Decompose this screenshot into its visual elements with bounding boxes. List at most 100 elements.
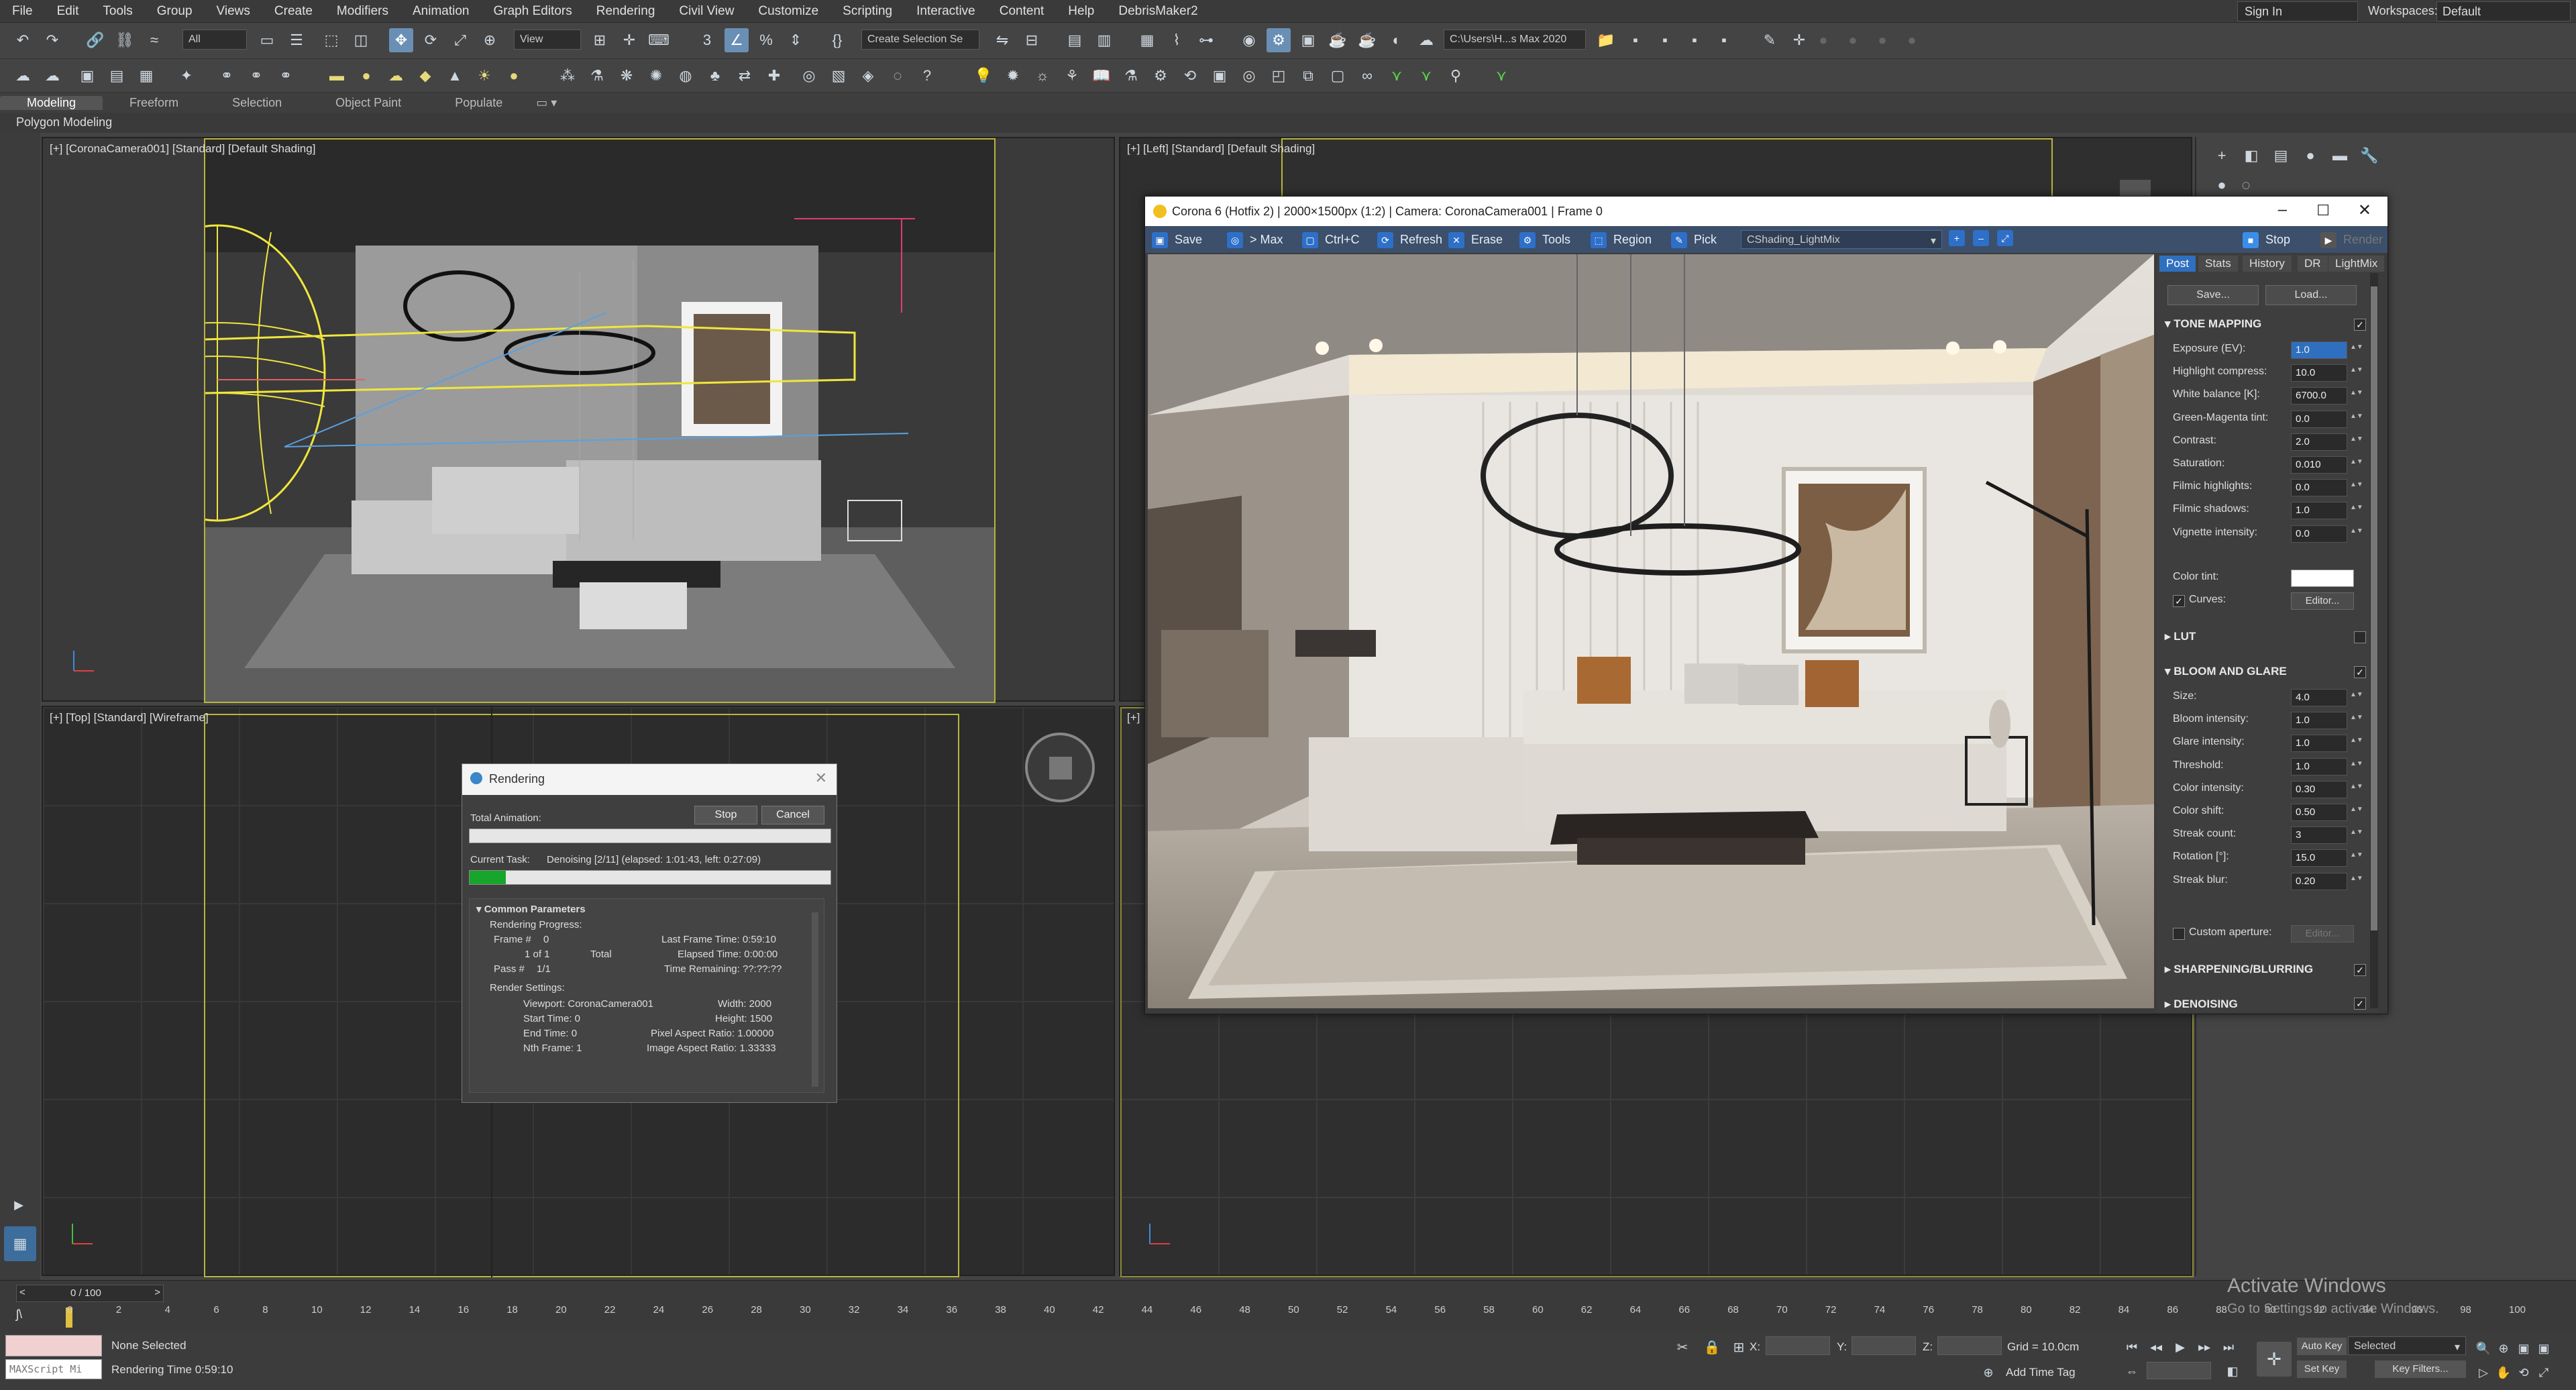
modifier-icon-2[interactable]: ⚭ bbox=[244, 64, 268, 88]
modify-tab-icon[interactable]: ◧ bbox=[2239, 144, 2263, 168]
frame-icon[interactable]: ▣ bbox=[1208, 64, 1232, 88]
menu-scripting[interactable]: Scripting bbox=[830, 4, 904, 19]
select-object-icon[interactable]: ▭ bbox=[255, 28, 279, 52]
gray-dot-icon[interactable]: ● bbox=[1841, 28, 1865, 52]
spinner-arrows-icon[interactable]: ▲▼ bbox=[2350, 344, 2363, 351]
aperture-editor-button[interactable]: Editor... bbox=[2291, 925, 2354, 943]
create-tab-icon[interactable]: + bbox=[2210, 144, 2234, 168]
menu-content[interactable]: Content bbox=[987, 4, 1057, 19]
play-animation-icon[interactable]: ▶ bbox=[2168, 1335, 2192, 1359]
bloom-glare-header[interactable]: ▾ BLOOM AND GLARE bbox=[2159, 661, 2367, 682]
loop-icon[interactable]: ⟲ bbox=[1178, 64, 1202, 88]
viewport-label[interactable]: [+] [CoronaCamera001] [Standard] [Defaul… bbox=[50, 142, 315, 156]
book-icon[interactable]: 📖 bbox=[1089, 64, 1114, 88]
key-mode-icon[interactable]: ⇔ bbox=[2120, 1359, 2144, 1383]
load-preset-button[interactable]: Load... bbox=[2265, 285, 2357, 305]
spinner-arrows-icon[interactable]: ▲▼ bbox=[2350, 737, 2363, 744]
viewcube-compass-icon[interactable] bbox=[1025, 733, 1095, 802]
light-icon[interactable]: ✦ bbox=[174, 64, 199, 88]
panel-icon[interactable]: ▤ bbox=[105, 64, 129, 88]
param-spinner[interactable]: 10.0 bbox=[2291, 364, 2347, 382]
close-icon[interactable]: ✕ bbox=[815, 769, 827, 787]
menu-edit[interactable]: Edit bbox=[45, 4, 91, 19]
param-spinner[interactable]: 3 bbox=[2291, 826, 2347, 845]
render-production-icon[interactable]: ☕ bbox=[1326, 28, 1350, 52]
shapes-icon[interactable]: ◌ bbox=[2234, 173, 2258, 197]
redo-icon[interactable]: ↷ bbox=[40, 28, 64, 52]
zoom-out-icon[interactable]: – bbox=[1973, 230, 1996, 249]
lamp-icon[interactable]: ⚘ bbox=[1060, 64, 1084, 88]
viewport-label[interactable]: [+] [Left] [Standard] [Default Shading] bbox=[1127, 142, 1315, 156]
close-icon[interactable]: ✕ bbox=[2358, 201, 2371, 220]
cone-icon[interactable]: ▲ bbox=[443, 64, 467, 88]
save-button[interactable]: ▣ Save bbox=[1149, 230, 1205, 249]
spinner-arrows-icon[interactable]: ▲▼ bbox=[2350, 367, 2363, 374]
chevron-double-icon[interactable]: ⋎ bbox=[1414, 64, 1438, 88]
render-activeshade-icon[interactable]: ◐ bbox=[1385, 28, 1409, 52]
scene-explorer-icon[interactable]: ▤ bbox=[1063, 28, 1087, 52]
save-preset-button[interactable]: Save... bbox=[2167, 285, 2259, 305]
menu-views[interactable]: Views bbox=[205, 4, 262, 19]
minimize-icon[interactable]: – bbox=[2278, 201, 2287, 219]
cloud-primitive-icon[interactable]: ☁ bbox=[384, 64, 408, 88]
selection-filter-dropdown[interactable]: All bbox=[182, 30, 247, 50]
render-setup-icon[interactable]: ⚙ bbox=[1267, 28, 1291, 52]
decal-icon[interactable]: ✺ bbox=[644, 64, 668, 88]
project-path-dropdown[interactable]: C:\Users\H...s Max 2020 bbox=[1444, 30, 1586, 50]
spinner-arrows-icon[interactable]: ▲▼ bbox=[2350, 459, 2363, 466]
project-folder-icon[interactable]: 📁 bbox=[1594, 28, 1618, 52]
link-icon[interactable]: 🔗 bbox=[83, 28, 107, 52]
tab-modeling[interactable]: Modeling bbox=[0, 95, 103, 110]
fur-icon[interactable]: ❋ bbox=[614, 64, 639, 88]
script-icon-4[interactable]: ▪ bbox=[1712, 28, 1736, 52]
scale-icon[interactable]: ⤢ bbox=[448, 28, 472, 52]
param-spinner[interactable]: 1.0 bbox=[2291, 341, 2347, 359]
help-circle-icon[interactable]: ? bbox=[915, 64, 939, 88]
align-icon[interactable]: ⊟ bbox=[1020, 28, 1044, 52]
geometry-icon[interactable]: ● bbox=[2210, 173, 2234, 197]
denoising-checkbox[interactable]: ✓ bbox=[2354, 998, 2366, 1010]
time-configuration-icon[interactable]: ◧ bbox=[2220, 1359, 2245, 1383]
hierarchy-tab-icon[interactable]: ▤ bbox=[2269, 144, 2293, 168]
pivot-center-icon[interactable]: ⊞ bbox=[588, 28, 612, 52]
unlink-icon[interactable]: ⛓ bbox=[113, 28, 137, 52]
plane-icon[interactable]: ◆ bbox=[413, 64, 437, 88]
gray-dot-icon[interactable]: ● bbox=[1870, 28, 1894, 52]
common-parameters-header[interactable]: ▾ Common Parameters bbox=[476, 903, 586, 915]
tools-button[interactable]: ⚙ Tools bbox=[1517, 230, 1573, 249]
menu-create[interactable]: Create bbox=[262, 4, 325, 19]
sphere-icon[interactable]: ● bbox=[354, 64, 378, 88]
spinner-arrows-icon[interactable]: ▲▼ bbox=[2350, 806, 2363, 813]
tab-dr[interactable]: DR bbox=[2298, 256, 2328, 272]
viewport-label[interactable]: [+] bbox=[1127, 711, 1140, 725]
spinner-snap-icon[interactable]: ⇕ bbox=[784, 28, 808, 52]
param-spinner[interactable]: 0.50 bbox=[2291, 804, 2347, 821]
tab-freeform[interactable]: Freeform bbox=[103, 96, 205, 110]
maxscript-listener-top[interactable] bbox=[5, 1335, 102, 1356]
param-spinner[interactable]: 0.0 bbox=[2291, 479, 2347, 497]
box-icon[interactable]: ▬ bbox=[325, 64, 349, 88]
spinner-arrows-icon[interactable]: ▲▼ bbox=[2350, 760, 2363, 767]
cloud-icon[interactable]: ☁ bbox=[11, 64, 35, 88]
curves-editor-button[interactable]: Editor... bbox=[2291, 592, 2354, 610]
script-icon-3[interactable]: ▪ bbox=[1682, 28, 1707, 52]
named-selection-dropdown[interactable]: Create Selection Se bbox=[861, 30, 979, 50]
tab-post[interactable]: Post bbox=[2159, 256, 2196, 272]
maximize-icon[interactable]: ☐ bbox=[2316, 202, 2330, 219]
keyboard-shortcut-icon[interactable]: ⌨ bbox=[647, 28, 671, 52]
tab-lightmix[interactable]: LightMix bbox=[2328, 256, 2385, 272]
select-manipulate-icon[interactable]: ✛ bbox=[617, 28, 641, 52]
mini-curve-icon[interactable]: ʃ\ bbox=[16, 1307, 43, 1328]
bulb-icon[interactable]: 💡 bbox=[971, 64, 996, 88]
color-tint-swatch[interactable] bbox=[2291, 570, 2354, 587]
swirl-icon[interactable]: ∞ bbox=[1355, 64, 1379, 88]
time-slider-prev-icon[interactable]: < bbox=[19, 1287, 25, 1298]
menu-file[interactable]: File bbox=[0, 4, 45, 19]
param-spinner[interactable]: 1.0 bbox=[2291, 735, 2347, 753]
cancel-button[interactable]: Cancel bbox=[761, 806, 824, 824]
render-button[interactable]: ▶ Render bbox=[2318, 230, 2385, 249]
set-key-button[interactable]: Set Key bbox=[2297, 1360, 2347, 1378]
snaps-toggle-icon[interactable]: 3 bbox=[695, 28, 719, 52]
menu-modifiers[interactable]: Modifiers bbox=[325, 4, 400, 19]
param-spinner[interactable]: 2.0 bbox=[2291, 433, 2347, 451]
